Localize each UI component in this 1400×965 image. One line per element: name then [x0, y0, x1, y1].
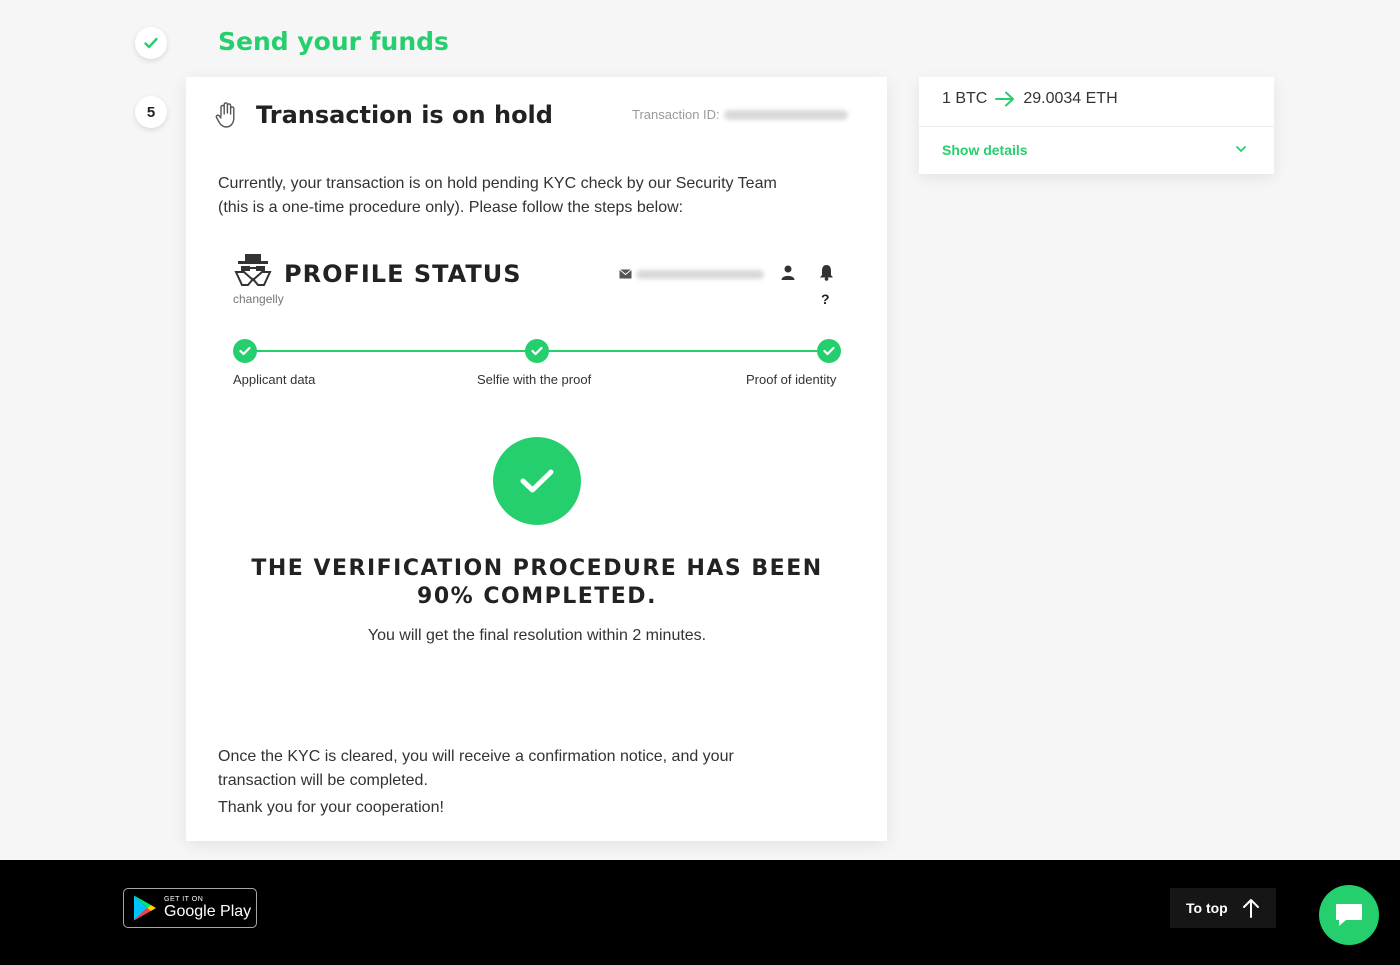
google-play-button[interactable]: GET IT ON Google Play — [123, 888, 257, 928]
kyc-step-done-icon — [233, 339, 257, 363]
transaction-card: Transaction is on hold Transaction ID: C… — [186, 77, 887, 841]
arrow-right-icon — [995, 91, 1015, 107]
google-play-text: GET IT ON Google Play — [164, 896, 251, 921]
to-top-button[interactable]: To top — [1170, 888, 1276, 928]
verification-check-icon — [493, 437, 581, 525]
from-amount: 1 BTC — [942, 90, 988, 107]
google-play-small-text: GET IT ON — [164, 895, 204, 903]
exchange-rate: 1 BTC 29.0034 ETH — [942, 90, 1118, 108]
user-icon[interactable] — [781, 265, 795, 280]
check-icon — [144, 37, 158, 49]
google-play-big-text: Google Play — [164, 902, 252, 920]
profile-brand: changelly — [233, 292, 284, 306]
divider — [919, 126, 1274, 127]
show-details-button[interactable]: Show details — [942, 142, 1028, 158]
chevron-down-icon[interactable] — [1235, 144, 1247, 154]
arrow-up-icon — [1242, 899, 1259, 918]
send-funds-heading: Send your funds — [218, 27, 449, 56]
google-play-icon — [134, 895, 156, 921]
thanks-text: Thank you for your cooperation! — [218, 799, 444, 816]
help-icon[interactable]: ? — [821, 291, 830, 307]
card-header: Transaction is on hold — [214, 101, 553, 129]
mail-icon — [619, 269, 632, 279]
intro-text: Currently, your transaction is on hold p… — [218, 175, 777, 216]
outro-text: Once the KYC is cleared, you will receiv… — [218, 748, 734, 789]
verification-title: THE VERIFICATION PROCEDURE HAS BEEN 90% … — [226, 555, 848, 611]
bell-icon[interactable] — [819, 264, 834, 281]
profile-status-title: PROFILE STATUS — [284, 260, 522, 288]
footer: GET IT ON Google Play To top — [0, 860, 1400, 965]
transaction-id-label: Transaction ID: — [632, 107, 720, 122]
chat-button[interactable] — [1319, 885, 1379, 945]
chat-icon — [1336, 904, 1362, 926]
transaction-id-redacted — [723, 109, 848, 120]
hand-icon — [215, 102, 235, 128]
transaction-id: Transaction ID: — [632, 107, 848, 122]
verification-title-line1: THE VERIFICATION PROCEDURE HAS BEEN — [251, 556, 823, 581]
spy-logo-icon — [234, 254, 272, 286]
to-top-label: To top — [1186, 900, 1228, 916]
step-number-badge: 5 — [135, 96, 167, 128]
exchange-summary-card: 1 BTC 29.0034 ETH Show details — [919, 77, 1274, 174]
page: Send your funds 5 Transaction is on hold… — [0, 0, 1400, 860]
to-amount: 29.0034 ETH — [1023, 90, 1118, 107]
verification-subtitle: You will get the final resolution within… — [367, 627, 707, 644]
kyc-step-label: Applicant data — [233, 372, 316, 387]
kyc-step-done-icon — [525, 339, 549, 363]
card-title: Transaction is on hold — [256, 101, 553, 129]
verification-title-line2: 90% COMPLETED. — [417, 584, 657, 609]
kyc-step-done-icon — [817, 339, 841, 363]
email-redacted — [636, 270, 764, 279]
kyc-step-label: Proof of identity — [746, 372, 837, 387]
kyc-step-label: Selfie with the proof — [477, 372, 592, 387]
step-done-badge — [135, 27, 167, 59]
